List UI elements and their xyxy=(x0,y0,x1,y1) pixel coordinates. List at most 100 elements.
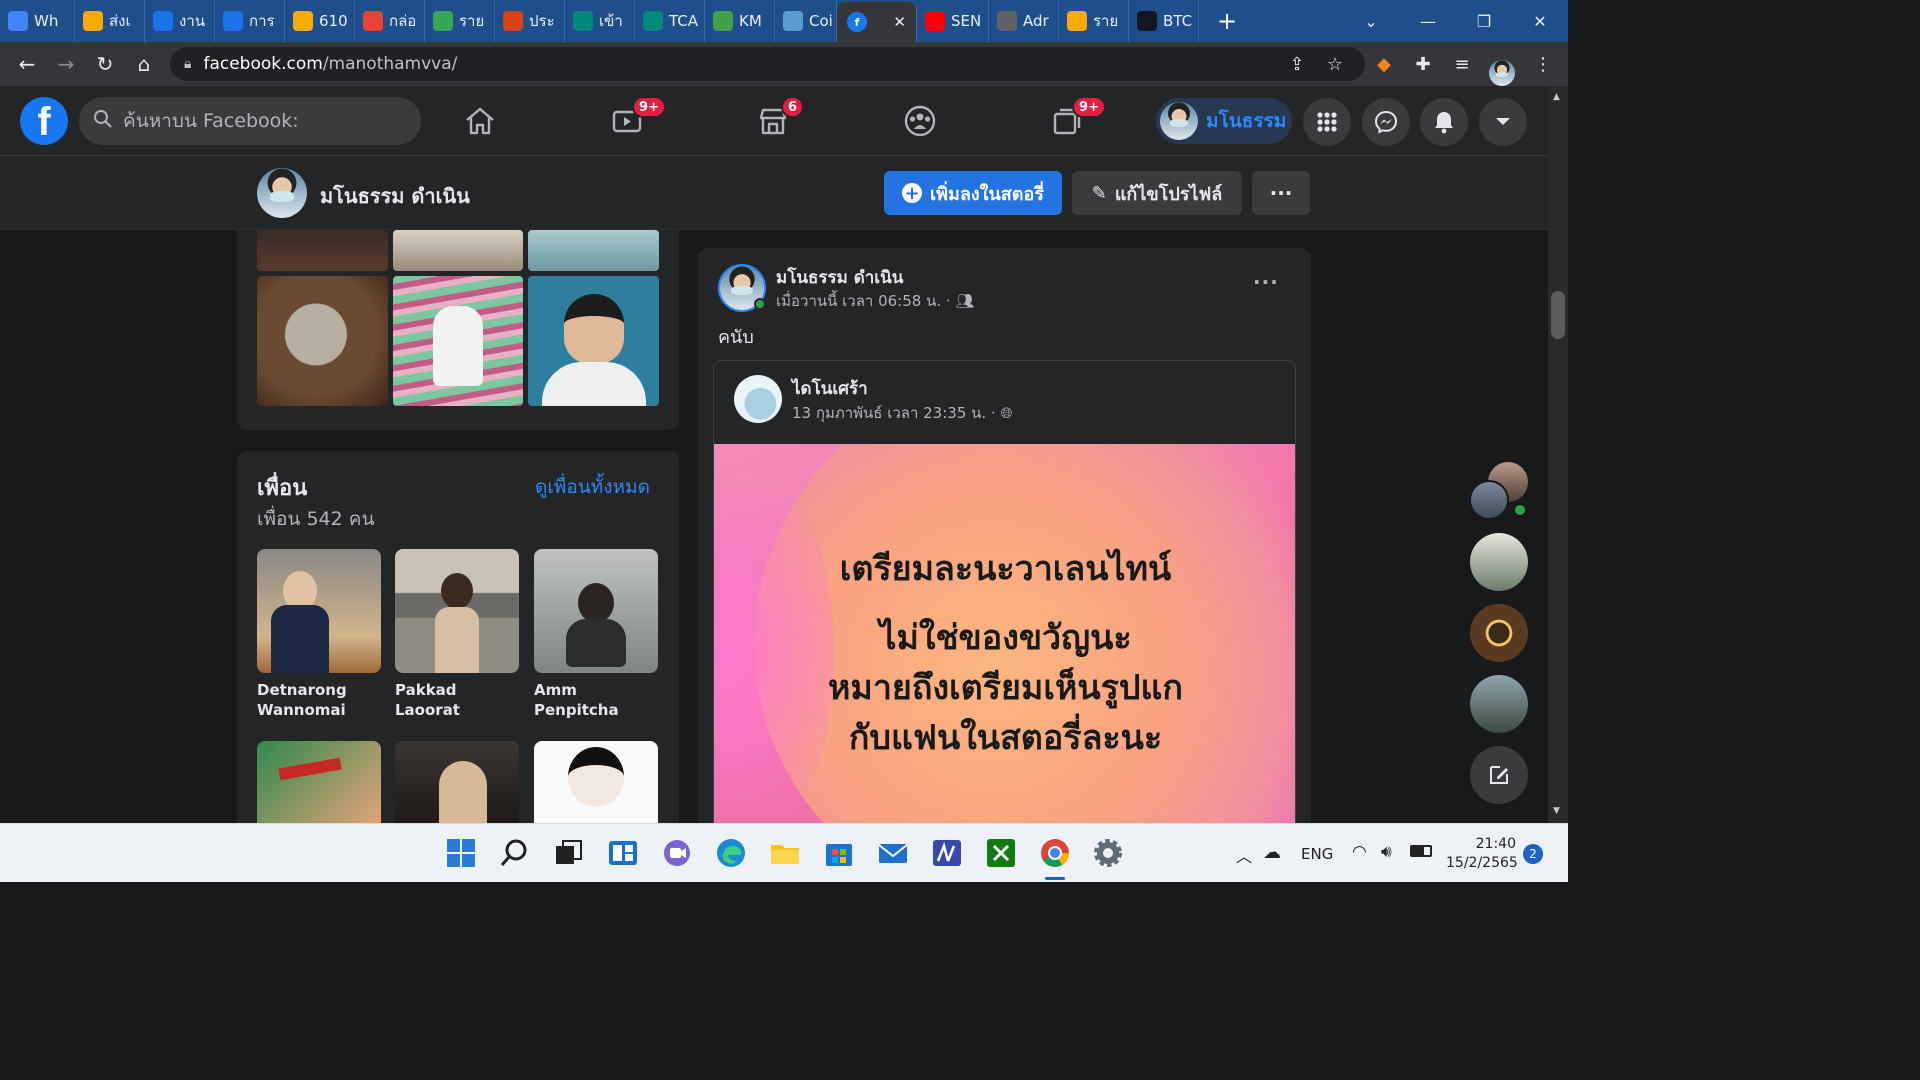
clock[interactable]: 21:40 15/2/2565 xyxy=(1446,835,1518,873)
page-scrollbar[interactable]: ▲ ▼ xyxy=(1548,86,1568,823)
photo-thumbnail-koala[interactable] xyxy=(257,276,388,406)
see-all-friends-link[interactable]: ดูเพื่อนทั้งหมด xyxy=(535,472,650,502)
address-field[interactable]: 🔒︎ facebook.com/manothamvva/ xyxy=(170,47,1365,81)
browser-tab[interactable]: ส่งเ xyxy=(75,0,145,42)
share-icon[interactable]: ⇪ xyxy=(1282,50,1312,78)
friend-name[interactable]: Amm Penpitcha xyxy=(534,680,658,720)
notifications-bell-icon[interactable] xyxy=(1420,98,1468,146)
edge-browser-icon[interactable] xyxy=(715,837,747,869)
scroll-up-arrow-icon[interactable]: ▲ xyxy=(1553,92,1560,102)
browser-tab[interactable]: การ xyxy=(215,0,285,42)
nav-marketplace-icon[interactable]: 6 xyxy=(746,96,804,144)
browser-tab[interactable]: ประ xyxy=(495,0,565,42)
teams-chat-icon[interactable] xyxy=(661,837,693,869)
edit-profile-button[interactable]: ✎ แก้ไขโปรไฟล์ xyxy=(1072,171,1242,215)
shared-timestamp[interactable]: 13 กุมภาพันธ์ เวลา 23:35 น. · 🌐︎ xyxy=(792,401,1012,425)
browser-tab[interactable]: ราย xyxy=(1059,0,1129,42)
friend-photo[interactable] xyxy=(534,741,658,823)
browser-tab[interactable]: เข้า xyxy=(565,0,635,42)
input-language[interactable]: ENG xyxy=(1301,845,1333,863)
browser-tab[interactable]: งาน xyxy=(145,0,215,42)
start-windows-icon[interactable] xyxy=(445,837,477,869)
new-message-icon[interactable] xyxy=(1470,746,1528,804)
widgets-icon[interactable] xyxy=(607,837,639,869)
browser-tab[interactable]: ราย xyxy=(425,0,495,42)
browser-profile-avatar[interactable] xyxy=(1489,60,1515,86)
tab-search-chevron-icon[interactable]: ⌄ xyxy=(1343,0,1399,42)
battery-icon[interactable] xyxy=(1410,845,1432,857)
browser-tab[interactable]: Adr xyxy=(989,0,1059,42)
messenger-icon[interactable] xyxy=(1362,98,1410,146)
home-button[interactable]: ⌂ xyxy=(125,46,163,82)
search-input[interactable] xyxy=(123,110,403,132)
close-tab-icon[interactable]: ✕ xyxy=(893,13,906,31)
file-explorer-icon[interactable] xyxy=(769,837,801,869)
profile-shortcut-button[interactable]: มโนธรรม xyxy=(1156,98,1292,144)
chrome-icon[interactable] xyxy=(1039,837,1071,869)
tray-chevron-up-icon[interactable]: ︿ xyxy=(1236,843,1252,867)
menu-grid-icon[interactable] xyxy=(1303,98,1351,146)
photo-thumbnail-portrait[interactable] xyxy=(528,276,659,406)
volume-icon[interactable]: 🔊︎ xyxy=(1381,842,1392,862)
friend-photo[interactable] xyxy=(395,549,519,673)
back-button[interactable]: ← xyxy=(8,46,46,82)
nav-gaming-icon[interactable]: 9+ xyxy=(1040,96,1106,144)
browser-tab[interactable]: KM xyxy=(705,0,775,42)
browser-tab[interactable]: f ✕ xyxy=(837,2,917,42)
bookmark-star-icon[interactable]: ☆ xyxy=(1320,50,1350,78)
post-author-name[interactable]: มโนธรรม ดำเนิน xyxy=(776,264,903,291)
photo-thumbnail[interactable] xyxy=(528,230,659,271)
scroll-thumb[interactable] xyxy=(1551,291,1565,339)
contact-avatar[interactable] xyxy=(1470,675,1528,733)
notification-count-badge[interactable]: 2 xyxy=(1523,844,1543,864)
account-chevron-down-icon[interactable] xyxy=(1479,98,1527,146)
friend-name[interactable]: Detnarong Wannomai xyxy=(257,680,381,720)
settings-gear-icon[interactable] xyxy=(1092,837,1124,869)
xbox-icon[interactable] xyxy=(985,837,1017,869)
nav-groups-icon[interactable] xyxy=(893,98,947,144)
browser-menu-icon[interactable]: ⋮ xyxy=(1528,50,1558,78)
task-view-icon[interactable] xyxy=(553,837,585,869)
reload-button[interactable]: ↻ xyxy=(86,46,124,82)
nav-home-icon[interactable] xyxy=(453,98,507,144)
friend-photo[interactable] xyxy=(395,741,519,823)
media-queue-icon[interactable]: ≡ xyxy=(1447,50,1477,78)
browser-tab[interactable]: Wh xyxy=(0,0,75,42)
contact-avatar[interactable] xyxy=(1470,533,1528,591)
browser-tab[interactable]: SEN xyxy=(917,0,989,42)
forward-button[interactable]: → xyxy=(47,46,85,82)
browser-tab[interactable]: กล่อ xyxy=(355,0,425,42)
browser-tab[interactable]: TCA xyxy=(635,0,705,42)
photo-thumbnail[interactable] xyxy=(393,230,523,271)
contact-avatar[interactable] xyxy=(1470,604,1528,662)
mail-icon[interactable] xyxy=(877,837,909,869)
restore-button[interactable]: ❐ xyxy=(1456,0,1512,42)
search-icon[interactable] xyxy=(499,837,531,869)
new-tab-button[interactable]: + xyxy=(1209,3,1245,39)
onedrive-cloud-icon[interactable]: ☁ xyxy=(1263,842,1281,863)
facebook-search-box[interactable] xyxy=(79,97,421,145)
app-icon[interactable] xyxy=(931,837,963,869)
close-window-button[interactable]: ✕ xyxy=(1512,0,1568,42)
browser-tab[interactable]: Coi xyxy=(775,0,837,42)
browser-tab[interactable]: BTC xyxy=(1129,0,1199,42)
scroll-down-arrow-icon[interactable]: ▼ xyxy=(1553,806,1560,816)
extensions-puzzle-icon[interactable]: ✚ xyxy=(1408,50,1438,78)
avatar[interactable] xyxy=(257,168,307,218)
more-options-icon[interactable]: ··· xyxy=(1252,171,1310,215)
friend-photo[interactable] xyxy=(257,549,381,673)
metamask-extension-icon[interactable]: ◆ xyxy=(1369,50,1399,78)
shared-author-avatar[interactable] xyxy=(734,375,782,423)
facebook-logo[interactable]: f xyxy=(20,97,68,145)
friend-name[interactable]: Pakkad Laoorat xyxy=(395,680,519,720)
browser-tab[interactable]: 610 xyxy=(285,0,355,42)
nav-watch-icon[interactable]: 9+ xyxy=(600,96,666,144)
friend-photo[interactable] xyxy=(257,741,381,823)
add-to-story-button[interactable]: + เพิ่มลงในสตอรี่ xyxy=(884,171,1062,215)
shared-image[interactable]: เตรียมละนะวาเลนไทน์ ไม่ใช่ของขวัญนะ หมาย… xyxy=(714,444,1295,848)
minimize-button[interactable]: — xyxy=(1400,0,1456,42)
post-more-options-icon[interactable]: ··· xyxy=(1253,270,1279,294)
friend-photo[interactable] xyxy=(534,549,658,673)
shared-author-name[interactable]: ไดโนเศร้า xyxy=(792,375,868,402)
microsoft-store-icon[interactable] xyxy=(823,837,855,869)
